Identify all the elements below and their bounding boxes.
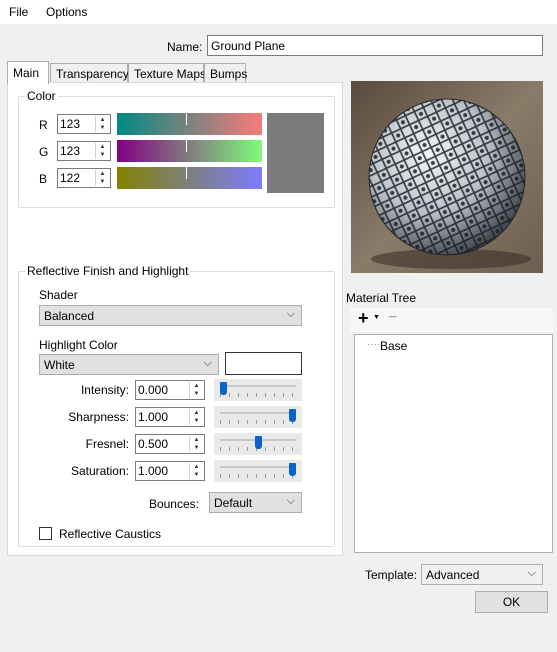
b-gradient-slider[interactable]	[117, 167, 262, 189]
menu-file[interactable]: File	[9, 5, 28, 19]
saturation-spinbox[interactable]: 1.000 ▲ ▼	[135, 461, 205, 481]
main-tab-panel: Color R 123 ▲ ▼ G 123 ▲ ▼ B 122 ▲ ▼ Reflect…	[7, 82, 343, 556]
g-spinbox[interactable]: 123 ▲ ▼	[57, 141, 111, 161]
saturation-label: Saturation:	[70, 464, 129, 478]
spin-up-icon[interactable]: ▲	[96, 170, 109, 178]
highlight-color-value: White	[44, 358, 75, 372]
r-value[interactable]: 123	[60, 117, 94, 131]
chevron-down-icon: ⌵	[286, 495, 295, 507]
bounces-value: Default	[214, 496, 253, 510]
bounces-dropdown[interactable]: Default ⌵	[209, 492, 302, 513]
g-slider-marker[interactable]	[186, 140, 187, 152]
spin-up-icon[interactable]: ▲	[190, 382, 203, 390]
fresnel-value[interactable]: 0.500	[138, 437, 172, 451]
intensity-value[interactable]: 0.000	[138, 383, 172, 397]
tree-item-base[interactable]: Base	[380, 339, 407, 353]
color-swatch	[267, 113, 324, 193]
chevron-down-icon: ⌵	[203, 357, 212, 369]
intensity-spinbox[interactable]: 0.000 ▲ ▼	[135, 380, 205, 400]
b-label: B	[39, 172, 48, 186]
name-input[interactable]	[207, 35, 543, 56]
menu-options[interactable]: Options	[46, 5, 87, 19]
shader-dropdown[interactable]: Balanced ⌵	[39, 305, 302, 326]
spin-down-icon[interactable]: ▼	[96, 151, 109, 159]
chevron-down-icon: ⌵	[286, 308, 295, 320]
bounces-label: Bounces:	[148, 497, 199, 511]
g-label: G	[39, 145, 49, 159]
highlight-color-swatch[interactable]	[225, 352, 302, 375]
r-spinbox[interactable]: 123 ▲ ▼	[57, 114, 111, 134]
color-group: Color R 123 ▲ ▼ G 123 ▲ ▼ B 122 ▲ ▼	[18, 89, 335, 208]
reflective-group-title: Reflective Finish and Highlight	[25, 264, 191, 278]
spin-up-icon[interactable]: ▲	[190, 409, 203, 417]
sharpness-slider-thumb[interactable]	[289, 409, 296, 422]
spin-up-icon[interactable]: ▲	[96, 116, 109, 124]
preview-sphere-image	[351, 81, 543, 273]
sharpness-label: Sharpness:	[68, 410, 129, 424]
reflective-group: Reflective Finish and Highlight Shader B…	[18, 264, 335, 547]
g-value[interactable]: 123	[60, 144, 94, 158]
tab-texture-maps[interactable]: Texture Maps	[128, 63, 206, 83]
chevron-down-icon: ⌵	[527, 567, 536, 579]
sharpness-value[interactable]: 1.000	[138, 410, 172, 424]
spin-down-icon[interactable]: ▼	[96, 124, 109, 132]
highlight-color-label: Highlight Color	[39, 338, 118, 352]
fresnel-label: Fresnel:	[85, 437, 129, 451]
tab-transparency[interactable]: Transparency	[50, 63, 129, 83]
r-label: R	[39, 118, 48, 132]
saturation-slider-thumb[interactable]	[289, 463, 296, 476]
spin-down-icon[interactable]: ▼	[190, 471, 203, 479]
plus-icon[interactable]: +	[358, 308, 369, 329]
spin-down-icon[interactable]: ▼	[190, 390, 203, 398]
ok-button[interactable]: OK	[475, 591, 548, 613]
g-gradient-slider[interactable]	[117, 140, 262, 162]
name-label: Name:	[167, 40, 203, 54]
fresnel-slider-thumb[interactable]	[254, 436, 262, 449]
material-tree-toolbar: + ▼ −	[350, 308, 553, 332]
highlight-color-dropdown[interactable]: White ⌵	[39, 354, 219, 375]
spin-up-icon[interactable]: ▲	[190, 463, 203, 471]
r-slider-marker[interactable]	[186, 113, 187, 125]
material-tree-title: Material Tree	[346, 291, 417, 305]
template-value: Advanced	[426, 568, 480, 582]
dropdown-arrow-icon[interactable]: ▼	[373, 314, 380, 321]
spin-up-icon[interactable]: ▲	[96, 143, 109, 151]
intensity-slider-thumb[interactable]	[220, 382, 227, 395]
reflective-caustics-checkbox[interactable]	[39, 527, 52, 540]
intensity-slider[interactable]	[214, 379, 302, 401]
minus-icon[interactable]: −	[388, 309, 397, 327]
reflective-caustics-label: Reflective Caustics	[59, 527, 162, 541]
tab-bumps[interactable]: Bumps	[204, 63, 247, 83]
r-gradient-slider[interactable]	[117, 113, 262, 135]
b-slider-marker[interactable]	[186, 167, 187, 179]
shader-value: Balanced	[44, 309, 95, 323]
shader-label: Shader	[39, 288, 78, 302]
spin-down-icon[interactable]: ▼	[190, 417, 203, 425]
fresnel-slider[interactable]	[214, 433, 302, 455]
spin-down-icon[interactable]: ▼	[96, 178, 109, 186]
saturation-slider[interactable]	[214, 460, 302, 482]
template-label: Template:	[365, 568, 418, 582]
material-preview	[351, 81, 543, 273]
menu-bar: File Options	[0, 0, 557, 24]
saturation-value[interactable]: 1.000	[138, 464, 172, 478]
fresnel-spinbox[interactable]: 0.500 ▲ ▼	[135, 434, 205, 454]
color-group-title: Color	[25, 89, 58, 103]
sharpness-spinbox[interactable]: 1.000 ▲ ▼	[135, 407, 205, 427]
sharpness-slider[interactable]	[214, 406, 302, 428]
material-tree[interactable]: ···· Base	[354, 334, 553, 553]
spin-down-icon[interactable]: ▼	[190, 444, 203, 452]
tab-main[interactable]: Main	[7, 61, 49, 84]
intensity-label: Intensity:	[80, 383, 129, 397]
template-dropdown[interactable]: Advanced ⌵	[421, 564, 543, 585]
b-spinbox[interactable]: 122 ▲ ▼	[57, 168, 111, 188]
spin-up-icon[interactable]: ▲	[190, 436, 203, 444]
b-value[interactable]: 122	[60, 171, 94, 185]
